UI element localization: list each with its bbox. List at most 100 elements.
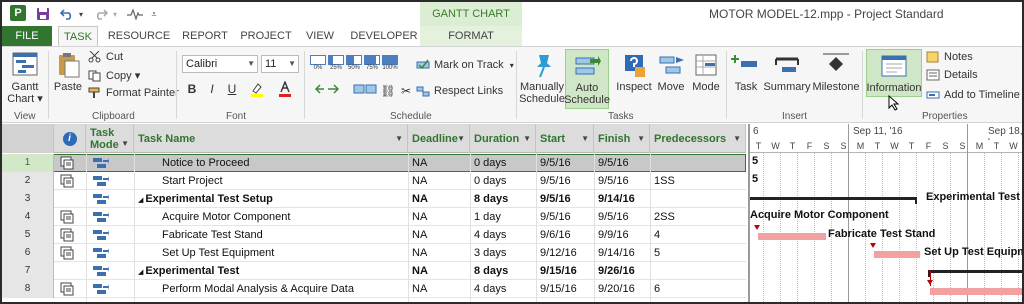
row-number[interactable]: 1 [2,154,54,172]
task-name-column[interactable]: Perform Modal Analysis & Acquire Data [150,280,416,298]
copy-button[interactable]: Copy ▾ [88,69,140,82]
finish-cell[interactable]: 9/26/16 [598,262,648,280]
start-cell[interactable]: 9/5/16 [540,172,592,190]
duration-cell[interactable]: 0 days [474,172,534,190]
predecessors-cell[interactable]: 4 [654,226,742,244]
task-name-column[interactable]: ◢ Experimental Test Setup [138,190,404,208]
task-details-icon[interactable] [60,244,80,262]
predecessors-cell[interactable]: 5 [654,244,742,262]
start-cell[interactable]: 9/5/16 [540,154,592,172]
deadline-cell[interactable]: NA [412,208,468,226]
font-name-combo[interactable]: Calibri ▼ [182,55,258,73]
task-details-icon[interactable] [60,280,80,298]
start-cell[interactable]: 9/15/16 [540,262,592,280]
task-name-column[interactable]: Fabricate Test Stand [150,226,416,244]
percent-50-button[interactable]: 50% [346,55,362,75]
duration-cell[interactable]: 8 days [474,262,534,280]
redo-icon[interactable] [92,4,110,24]
tab-task[interactable]: TASK [58,26,98,46]
task-details-icon[interactable] [60,172,80,190]
row-number[interactable]: 4 [2,208,54,226]
tab-file[interactable]: FILE [2,26,52,46]
predecessors-cell[interactable] [654,154,742,172]
auto-scheduled-mode-icon[interactable] [92,154,122,172]
task-name-column[interactable]: ◢ Experimental Test [138,262,404,280]
percent-100-button[interactable]: 100% [382,55,398,75]
row-number[interactable]: 8 [2,280,54,298]
row-number[interactable]: 6 [2,244,54,262]
deadline-cell[interactable]: NA [412,190,468,208]
predecessors-cell[interactable] [654,262,742,280]
auto-scheduled-mode-icon[interactable] [92,280,122,298]
table-row[interactable]: 7 ◢ Experimental Test NA 8 days 9/15/16 9/26/… [2,262,746,280]
paste-button[interactable]: Paste [52,51,84,93]
column-header-duration[interactable]: Duration ▼ [470,124,536,153]
redo-dropdown-icon[interactable]: ▾ [110,4,120,24]
duration-cell[interactable]: 3 days [474,244,534,262]
deadline-cell[interactable]: NA [412,226,468,244]
notes-button[interactable]: Notes [926,51,973,63]
table-row[interactable]: 2 Start Project NA 0 days 9/5/16 9/5/16 1SS [2,172,746,190]
pulse-icon[interactable] [126,4,144,24]
tab-resource[interactable]: RESOURCE [106,26,172,46]
deadline-cell[interactable]: NA [412,244,468,262]
deadline-cell[interactable]: NA [412,172,468,190]
percent-25-button[interactable]: 25% [328,55,344,75]
task-name-column[interactable]: Set Up Test Equipment [150,244,416,262]
font-color-button[interactable] [274,80,296,97]
row-number[interactable]: 2 [2,172,54,190]
information-button[interactable]: Information [866,49,922,97]
inspect-button[interactable]: Inspect [614,51,654,93]
auto-scheduled-mode-icon[interactable] [92,172,122,190]
column-header-predecessors[interactable]: Predecessors ▼ [650,124,746,153]
font-size-combo[interactable]: 11 ▼ [261,55,299,73]
auto-scheduled-mode-icon[interactable] [92,190,122,208]
finish-cell[interactable]: 9/20/16 [598,280,648,298]
cut-button[interactable]: Cut [88,50,123,63]
select-all-corner[interactable] [2,124,54,153]
finish-cell[interactable]: 9/9/16 [598,226,648,244]
table-row[interactable]: 4 Acquire Motor Component NA 1 day 9/5/16 9/5… [2,208,746,226]
add-to-timeline-button[interactable]: Add to Timeline [926,89,1020,101]
task-name-cell[interactable]: Fabricate Test Stand [162,229,263,241]
start-cell[interactable]: 9/5/16 [540,190,592,208]
task-name-column[interactable]: Start Project [150,172,416,190]
column-header-deadline[interactable]: Deadline ▼ [408,124,470,153]
tab-view[interactable]: VIEW [300,26,340,46]
table-row[interactable]: 3 ◢ Experimental Test Setup NA 8 days 9/5/16… [2,190,746,208]
predecessors-cell[interactable]: 2SS [654,208,742,226]
gantt-chart-button[interactable]: Gantt Chart ▾ [6,51,44,105]
percent-0-button[interactable]: 0% [310,55,326,75]
finish-cell[interactable]: 9/5/16 [598,208,648,226]
tab-format[interactable]: FORMAT [420,26,522,46]
mark-on-track-button[interactable]: Mark on Track ▾ [416,59,514,71]
row-number[interactable]: 7 [2,262,54,280]
column-header-finish[interactable]: Finish ▼ [594,124,650,153]
deadline-cell[interactable]: NA [412,262,468,280]
gantt-chart-pane[interactable]: 6 Sep 11, '16 Sep 18, ' TWTFSSMTWTFSSMTW… [748,124,1022,302]
undo-dropdown-icon[interactable]: ▾ [76,4,86,24]
unlink-tasks-icon[interactable]: ✂ [398,83,414,99]
task-name-cell[interactable]: Acquire Motor Component [162,211,290,223]
italic-button[interactable]: I [204,81,220,97]
undo-icon[interactable] [58,4,76,24]
duration-cell[interactable]: 1 day [474,208,534,226]
column-header-task-mode[interactable]: Task Mode ▼ [86,124,134,153]
respect-links-button[interactable]: Respect Links [416,85,503,97]
auto-scheduled-mode-icon[interactable] [92,244,122,262]
milestone-button[interactable]: Milestone [812,51,860,93]
insert-task-button[interactable]: Task [730,51,762,93]
task-name-column[interactable]: Notice to Proceed [150,154,416,172]
gantt-task-bar[interactable] [874,251,920,258]
format-painter-button[interactable]: Format Painter [88,87,179,99]
task-name-cell[interactable]: Experimental Test [145,265,239,277]
duration-cell[interactable]: 4 days [474,280,534,298]
auto-scheduled-mode-icon[interactable] [92,262,122,280]
finish-cell[interactable]: 9/14/16 [598,190,648,208]
deadline-cell[interactable]: NA [412,280,468,298]
underline-button[interactable]: U [224,81,240,97]
predecessors-cell[interactable]: 6 [654,280,742,298]
task-name-cell[interactable]: Experimental Test Setup [145,193,273,205]
task-name-cell[interactable]: Set Up Test Equipment [162,247,274,259]
task-details-icon[interactable] [60,208,80,226]
